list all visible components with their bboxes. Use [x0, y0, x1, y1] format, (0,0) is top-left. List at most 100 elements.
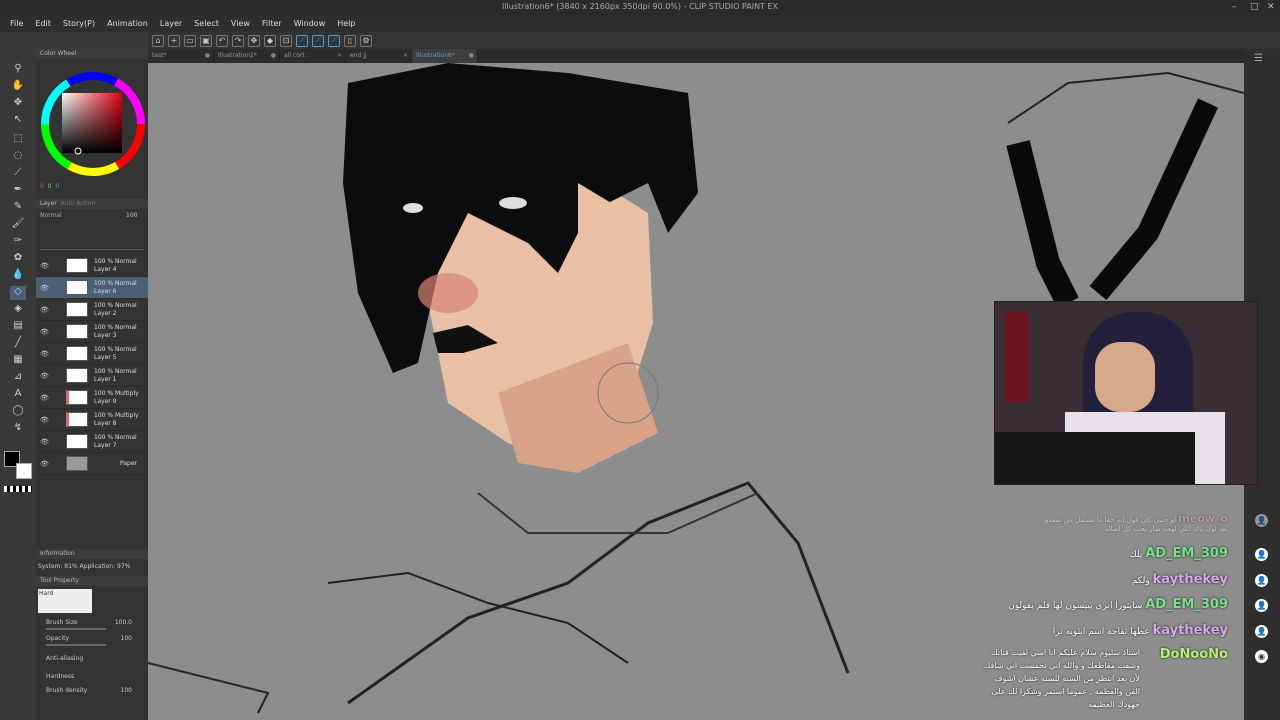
- tab-illustration6[interactable]: Illustration6* ●: [412, 49, 478, 63]
- crop-icon[interactable]: ⊡: [280, 34, 292, 47]
- open-file-icon[interactable]: ▭: [184, 34, 196, 47]
- minimize-icon[interactable]: –: [1232, 2, 1237, 12]
- home-icon[interactable]: ⌂: [152, 34, 164, 47]
- eye-icon[interactable]: 👁: [40, 262, 49, 270]
- hand-icon[interactable]: ✋: [10, 80, 26, 94]
- maximize-icon[interactable]: □: [1250, 2, 1259, 12]
- eye-icon[interactable]: 👁: [40, 416, 49, 424]
- eye-icon[interactable]: 👁: [40, 306, 49, 314]
- decoration-icon[interactable]: ✿: [10, 252, 26, 266]
- menu-bar: File Edit Story(P) Animation Layer Selec…: [0, 16, 1280, 32]
- move-layer-icon[interactable]: ✥: [10, 97, 26, 111]
- text-icon[interactable]: A: [10, 388, 26, 402]
- eye-icon[interactable]: 👁: [40, 460, 49, 468]
- webcam-overlay: [994, 301, 1258, 485]
- fill-icon[interactable]: ◆: [264, 34, 276, 47]
- blend-icon[interactable]: 💧: [10, 269, 26, 283]
- opacity-row[interactable]: Opacity 100: [46, 635, 146, 647]
- menu-layer[interactable]: Layer: [154, 16, 188, 32]
- eye-icon[interactable]: 👁: [40, 350, 49, 358]
- layer-row[interactable]: 👁 100 % Normal Layer 1: [36, 365, 148, 387]
- tab-close-icon[interactable]: ✕: [337, 52, 342, 59]
- tab-close-icon[interactable]: ✕: [403, 52, 408, 59]
- airbrush-icon[interactable]: ✑: [10, 235, 26, 249]
- layer-row[interactable]: 👁 100 % Normal Layer 2: [36, 299, 148, 321]
- fill-bucket-icon[interactable]: ◈: [10, 303, 26, 317]
- redo-icon[interactable]: ↷: [232, 34, 244, 47]
- blend-mode-select[interactable]: Normal: [40, 212, 62, 219]
- menu-animation[interactable]: Animation: [101, 16, 154, 32]
- color-wheel[interactable]: [40, 71, 146, 177]
- layer-row[interactable]: 👁 100 % Normal Layer 7: [36, 431, 148, 453]
- streamer-face: [1095, 342, 1155, 412]
- dock-menu-icon[interactable]: ☰: [1254, 53, 1263, 64]
- menu-edit[interactable]: Edit: [29, 16, 57, 32]
- brush-density-row[interactable]: Brush density 100: [46, 687, 146, 699]
- tool-property-header: Tool Property: [36, 576, 148, 586]
- new-file-icon[interactable]: +: [168, 34, 180, 47]
- snap-grid-icon[interactable]: ⟋: [312, 34, 324, 47]
- pencil-icon[interactable]: ✎: [10, 201, 26, 215]
- layer-row[interactable]: 👁 100 % Normal Layer 6: [36, 277, 148, 299]
- operation-icon[interactable]: ↖: [10, 114, 26, 128]
- device-icon[interactable]: ▯: [344, 34, 356, 47]
- menu-story[interactable]: Story(P): [57, 16, 101, 32]
- eye-icon[interactable]: 👁: [40, 328, 49, 336]
- pen-icon[interactable]: ✒: [10, 184, 26, 198]
- menu-window[interactable]: Window: [288, 16, 332, 32]
- layer-thumbnail: [66, 302, 88, 317]
- correct-line-icon[interactable]: ↯: [10, 422, 26, 436]
- tab-close-icon[interactable]: ●: [469, 52, 474, 59]
- anti-aliasing-row[interactable]: Anti-aliasing: [46, 655, 146, 667]
- menu-filter[interactable]: Filter: [256, 16, 288, 32]
- transparent-color-swatch[interactable]: [4, 486, 32, 492]
- tab-illustration2[interactable]: Illustration2* ●: [214, 49, 280, 63]
- lasso-icon[interactable]: ◌: [10, 150, 26, 164]
- layer-row[interactable]: 👁 100 % Multiply Layer 9: [36, 387, 148, 409]
- title-bar: Illustration6* (3840 x 2160px 350dpi 90.…: [0, 0, 1280, 16]
- figure-icon[interactable]: ╱: [10, 337, 26, 351]
- brush-icon[interactable]: 🖌: [10, 218, 26, 232]
- undo-icon[interactable]: ↶: [216, 34, 228, 47]
- eye-icon[interactable]: 👁: [40, 394, 49, 402]
- eye-icon[interactable]: 👁: [40, 438, 49, 446]
- eye-icon[interactable]: 👁: [40, 284, 49, 292]
- selection-icon[interactable]: ⬚: [10, 133, 26, 147]
- layer-row[interactable]: 👁 Paper: [36, 453, 148, 475]
- transform-icon[interactable]: ✥: [248, 34, 260, 47]
- settings-icon[interactable]: ⚙: [360, 34, 372, 47]
- menu-view[interactable]: View: [225, 16, 256, 32]
- close-icon[interactable]: ✕: [1267, 2, 1275, 12]
- tab-test[interactable]: test* ●: [148, 49, 214, 63]
- balloon-icon[interactable]: ◯: [10, 405, 26, 419]
- menu-file[interactable]: File: [4, 16, 29, 32]
- layer-opacity-value[interactable]: 100: [126, 212, 137, 219]
- tab-all-cort[interactable]: all cort ✕: [280, 49, 346, 63]
- hardness-row[interactable]: Hardness: [46, 673, 146, 685]
- eye-icon[interactable]: 👁: [40, 372, 49, 380]
- layer-row[interactable]: 👁 100 % Multiply Layer 8: [36, 409, 148, 431]
- ruler-icon[interactable]: ⊿: [10, 371, 26, 385]
- menu-help[interactable]: Help: [331, 16, 361, 32]
- layer-thumbnail: [66, 280, 88, 295]
- brush-size-row[interactable]: Brush Size 100.0: [46, 619, 146, 631]
- tab-close-icon[interactable]: ●: [205, 52, 210, 59]
- color-wheel-header: Color Wheel: [36, 49, 148, 59]
- sub-color-swatch[interactable]: [16, 463, 32, 479]
- layer-row[interactable]: 👁 100 % Normal Layer 4: [36, 255, 148, 277]
- frame-icon[interactable]: ▦: [10, 354, 26, 368]
- layer-row[interactable]: 👁 100 % Normal Layer 5: [36, 343, 148, 365]
- layer-row[interactable]: 👁 100 % Normal Layer 3: [36, 321, 148, 343]
- snap-line-icon[interactable]: ⟋: [328, 34, 340, 47]
- document-tabs: test* ● Illustration2* ● all cort ✕ end jj ✕…: [148, 49, 1244, 63]
- gradient-icon[interactable]: ▤: [10, 320, 26, 334]
- menu-select[interactable]: Select: [188, 16, 225, 32]
- brush-tip-preview[interactable]: Hard: [38, 589, 92, 613]
- save-icon[interactable]: ▣: [200, 34, 212, 47]
- tab-end-jj[interactable]: end jj ✕: [346, 49, 412, 63]
- snap-ruler-icon[interactable]: ⟋: [296, 34, 308, 47]
- eyedropper-icon[interactable]: ⟋: [10, 167, 26, 181]
- tab-close-icon[interactable]: ●: [271, 52, 276, 59]
- zoom-icon[interactable]: ⚲: [10, 63, 26, 77]
- eraser-icon[interactable]: ◇: [10, 286, 26, 300]
